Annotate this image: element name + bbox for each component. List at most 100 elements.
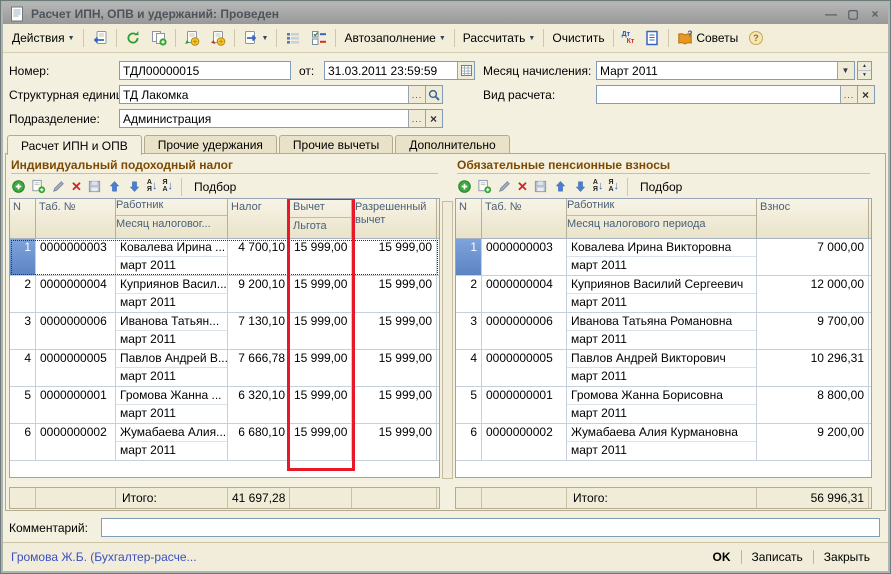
ipn-table-row[interactable]: 2 0000000004 Куприянов Васил... март 201… <box>10 276 439 313</box>
spin-up-icon[interactable]: ▲ <box>858 62 871 71</box>
deduction-cell[interactable]: 15 999,00 <box>290 239 352 275</box>
close-button[interactable]: Закрыть <box>814 548 880 566</box>
calendar-button[interactable] <box>457 62 474 79</box>
tab-additional[interactable]: Дополнительно <box>395 135 509 154</box>
opv-table-row[interactable]: 4 0000000005 Павлов Андрей Викторович ма… <box>456 350 871 387</box>
post-document-button[interactable] <box>179 27 205 50</box>
calculate-button[interactable]: Рассчитать▼ <box>458 27 541 50</box>
tab-number-cell[interactable]: 0000000006 <box>482 313 567 349</box>
calc-type-input[interactable] <box>597 86 840 103</box>
worker-cell[interactable]: Громова Жанна Борисовна март 2011 <box>567 387 757 423</box>
allowed-deduction-cell[interactable]: 15 999,00 <box>352 276 437 312</box>
row-number-cell[interactable]: 3 <box>456 313 482 349</box>
contribution-cell[interactable]: 7 000,00 <box>757 239 869 275</box>
refresh-button[interactable] <box>120 27 146 50</box>
month-input[interactable] <box>597 62 837 79</box>
col-header-n[interactable]: N <box>10 199 36 238</box>
department-clear-button[interactable]: × <box>425 110 442 127</box>
opv-table-row[interactable]: 2 0000000004 Куприянов Василий Сергеевич… <box>456 276 871 313</box>
structural-unit-select-button[interactable]: ... <box>408 86 425 103</box>
ok-button[interactable]: OK <box>703 548 741 566</box>
add-row-icon[interactable] <box>457 179 472 194</box>
help-button[interactable]: ? <box>743 27 769 50</box>
tab-other-deductions[interactable]: Прочие вычеты <box>279 135 393 154</box>
deduction-cell[interactable]: 15 999,00 <box>290 424 352 460</box>
tab-number-cell[interactable]: 0000000005 <box>36 350 116 386</box>
deduction-cell[interactable]: 15 999,00 <box>290 350 352 386</box>
tab-number-cell[interactable]: 0000000002 <box>36 424 116 460</box>
edit-row-icon[interactable] <box>497 179 512 194</box>
allowed-deduction-cell[interactable]: 15 999,00 <box>352 350 437 386</box>
ipn-pick-button[interactable]: Подбор <box>190 179 240 195</box>
go-to-button[interactable]: ▼ <box>238 27 274 50</box>
row-number-cell[interactable]: 6 <box>10 424 36 460</box>
date-input[interactable] <box>325 62 457 79</box>
department-input[interactable] <box>120 110 408 127</box>
sort-desc-icon[interactable]: ЯА↓ <box>608 180 619 193</box>
autofill-button[interactable]: Автозаполнение▼ <box>339 27 450 50</box>
move-up-icon[interactable] <box>107 179 122 194</box>
tab-ipn-opv[interactable]: Расчет ИПН и ОПВ <box>7 135 142 155</box>
worker-cell[interactable]: Жумабаева Алия... март 2011 <box>116 424 228 460</box>
opv-table-row[interactable]: 3 0000000006 Иванова Татьяна Романовна м… <box>456 313 871 350</box>
sort-desc-icon[interactable]: ЯА↓ <box>162 180 173 193</box>
minimize-icon[interactable]: — <box>824 7 838 21</box>
unpost-document-button[interactable] <box>205 27 231 50</box>
spin-down-icon[interactable]: ▼ <box>858 71 871 79</box>
ipn-table-row[interactable]: 4 0000000005 Павлов Андрей В... март 201… <box>10 350 439 387</box>
calc-type-clear-button[interactable]: × <box>857 86 874 103</box>
tax-cell[interactable]: 7 666,78 <box>228 350 290 386</box>
tab-number-cell[interactable]: 0000000005 <box>482 350 567 386</box>
structural-unit-input[interactable] <box>120 86 408 103</box>
move-down-icon[interactable] <box>573 179 588 194</box>
worker-cell[interactable]: Иванова Татьяна Романовна март 2011 <box>567 313 757 349</box>
worker-cell[interactable]: Павлов Андрей Викторович март 2011 <box>567 350 757 386</box>
department-select-button[interactable]: ... <box>408 110 425 127</box>
columns-settings-button[interactable] <box>306 27 332 50</box>
worker-cell[interactable]: Куприянов Васил... март 2011 <box>116 276 228 312</box>
reread-document-button[interactable] <box>87 27 113 50</box>
worker-cell[interactable]: Куприянов Василий Сергеевич март 2011 <box>567 276 757 312</box>
tab-number-cell[interactable]: 0000000002 <box>482 424 567 460</box>
calc-type-select-button[interactable]: ... <box>840 86 857 103</box>
clear-button[interactable]: Очистить <box>547 27 609 50</box>
tax-cell[interactable]: 6 320,10 <box>228 387 290 423</box>
col-header-contribution[interactable]: Взнос <box>757 199 869 238</box>
dtkt-button[interactable]: Дт Кт <box>617 27 640 50</box>
worker-cell[interactable]: Павлов Андрей В... март 2011 <box>116 350 228 386</box>
actions-button[interactable]: Действия▼ <box>7 27 80 50</box>
worker-cell[interactable]: Ковалева Ирина ... март 2011 <box>116 239 228 275</box>
contribution-cell[interactable]: 9 700,00 <box>757 313 869 349</box>
structural-unit-open-button[interactable] <box>425 86 442 103</box>
number-input[interactable] <box>120 62 290 79</box>
add-row-icon[interactable] <box>11 179 26 194</box>
copy-document-button[interactable] <box>146 27 172 50</box>
col-header-tab-no[interactable]: Таб. № <box>482 199 567 238</box>
row-number-cell[interactable]: 3 <box>10 313 36 349</box>
opv-table-row[interactable]: 1 0000000003 Ковалева Ирина Викторовна м… <box>456 239 871 276</box>
move-down-icon[interactable] <box>127 179 142 194</box>
close-icon[interactable]: × <box>868 7 882 21</box>
tab-number-cell[interactable]: 0000000001 <box>482 387 567 423</box>
contribution-cell[interactable]: 12 000,00 <box>757 276 869 312</box>
allowed-deduction-cell[interactable]: 15 999,00 <box>352 239 437 275</box>
row-number-cell[interactable]: 6 <box>456 424 482 460</box>
opv-table-row[interactable]: 5 0000000001 Громова Жанна Борисовна мар… <box>456 387 871 424</box>
tab-number-cell[interactable]: 0000000003 <box>36 239 116 275</box>
worker-cell[interactable]: Громова Жанна ... март 2011 <box>116 387 228 423</box>
maximize-icon[interactable]: ▢ <box>846 7 860 21</box>
ipn-table-row[interactable]: 3 0000000006 Иванова Татьян... март 2011… <box>10 313 439 350</box>
allowed-deduction-cell[interactable]: 15 999,00 <box>352 424 437 460</box>
worker-cell[interactable]: Иванова Татьян... март 2011 <box>116 313 228 349</box>
col-header-tab-no[interactable]: Таб. № <box>36 199 116 238</box>
allowed-deduction-cell[interactable]: 15 999,00 <box>352 387 437 423</box>
row-number-cell[interactable]: 1 <box>456 239 482 275</box>
contribution-cell[interactable]: 10 296,31 <box>757 350 869 386</box>
copy-row-icon[interactable] <box>477 179 492 194</box>
row-number-cell[interactable]: 4 <box>10 350 36 386</box>
row-number-cell[interactable]: 5 <box>456 387 482 423</box>
row-number-cell[interactable]: 4 <box>456 350 482 386</box>
save-button[interactable]: Записать <box>742 548 813 566</box>
opv-table-row[interactable]: 6 0000000002 Жумабаева Алия Курмановна м… <box>456 424 871 461</box>
allowed-deduction-cell[interactable]: 15 999,00 <box>352 313 437 349</box>
